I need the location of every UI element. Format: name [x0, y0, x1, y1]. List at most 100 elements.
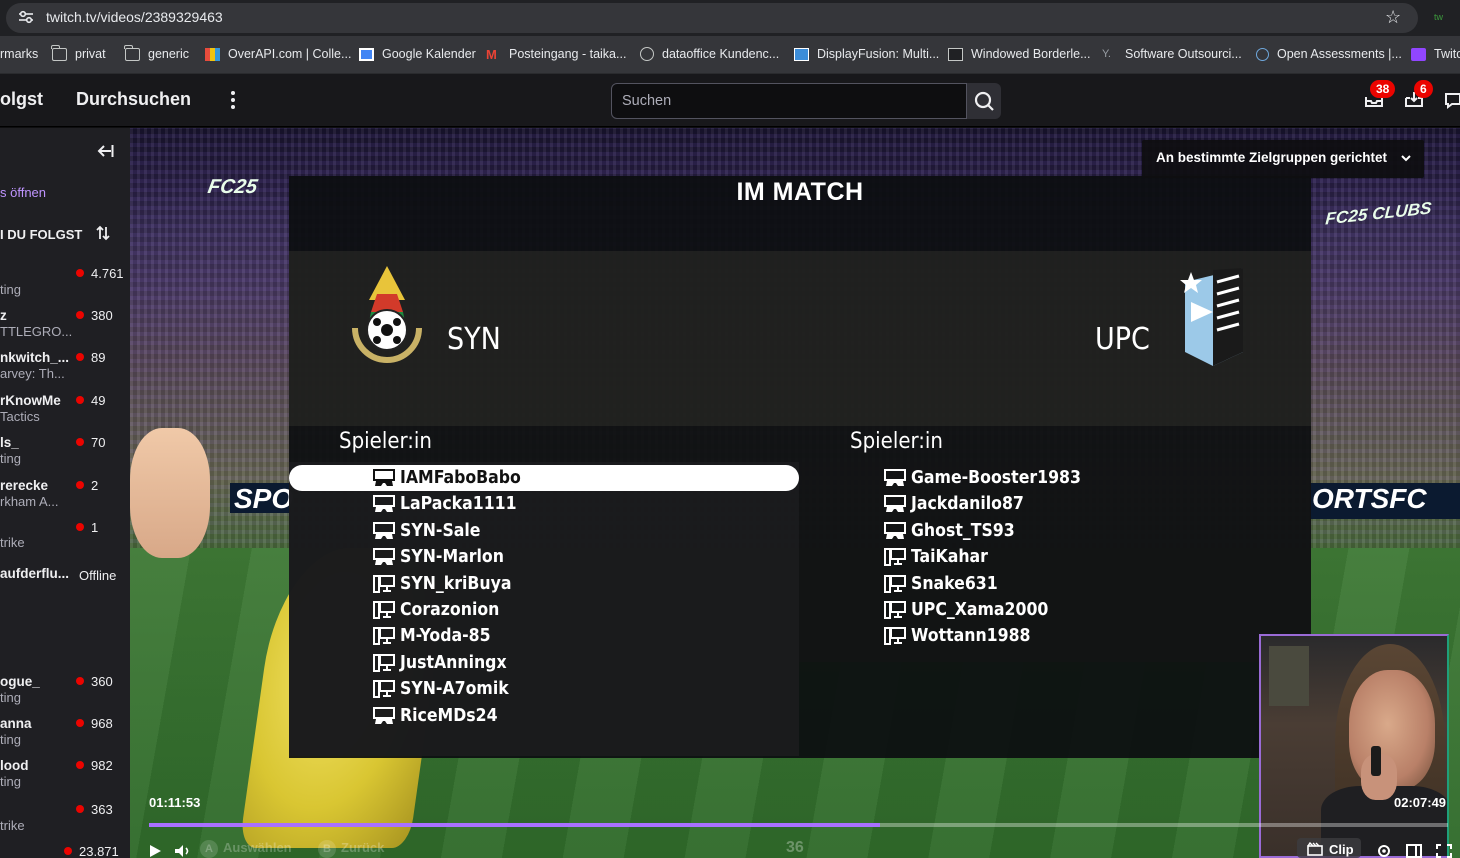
player-row[interactable]: UPC_Xama2000	[799, 597, 1309, 623]
seek-bar[interactable]	[149, 823, 1448, 827]
player-row[interactable]: IAMFaboBabo	[289, 465, 799, 491]
nav-following[interactable]: olgst	[0, 89, 43, 110]
bookmark-item[interactable]: Open Assessments |...	[1256, 47, 1402, 61]
pc-platform-icon	[884, 548, 906, 567]
console-platform-icon	[373, 469, 395, 486]
live-viewer-count: 23.871	[64, 844, 119, 858]
volume-icon[interactable]	[174, 844, 192, 858]
sidebar-channel[interactable]: ting 4.761	[0, 266, 130, 306]
folder-icon	[124, 44, 140, 61]
video-player[interactable]: FC25 FC25 CLUBS SPO ORTSFC IM MATCH SYN …	[130, 128, 1460, 858]
sidebar-channel[interactable]: ls_ ting 70	[0, 435, 130, 475]
console-platform-icon	[884, 495, 906, 513]
player-row[interactable]: LaPacka1111	[289, 491, 799, 517]
live-viewer-count: 49	[76, 393, 105, 408]
seek-bar-progress	[149, 823, 880, 827]
player-row[interactable]: TaiKahar	[799, 544, 1309, 570]
player-name: Game-Booster1983	[911, 468, 1081, 488]
sidebar-channel[interactable]: rerecke rkham A... 2	[0, 478, 130, 518]
player-row[interactable]: SYN_kriBuya	[289, 571, 799, 597]
collapse-sidebar-icon[interactable]	[96, 143, 114, 159]
bookmark-item[interactable]: Windowed Borderle...	[948, 47, 1091, 61]
assessment-icon	[1256, 47, 1269, 61]
hint-select: A Auswählen	[200, 840, 292, 858]
match-lineup-panel: IM MATCH SYN UPC Spieler:in Spieler:in I…	[289, 176, 1311, 758]
player-row[interactable]: Ghost_TS93	[799, 518, 1309, 544]
bookmark-item[interactable]: M Posteingang - taika...	[486, 47, 626, 61]
twitch-icon	[1411, 47, 1426, 61]
more-menu-icon[interactable]	[226, 88, 240, 112]
notifications-button[interactable]: 6	[1404, 80, 1433, 110]
home-team-name: SYN	[447, 322, 501, 357]
folder-icon	[51, 44, 67, 61]
team-band	[289, 251, 1311, 426]
microphone	[1371, 746, 1381, 776]
window-icon	[948, 47, 963, 61]
player-name: LaPacka1111	[400, 494, 517, 515]
sidebar-channel[interactable]: lood ting 982	[0, 758, 130, 798]
player-name: Snake631	[911, 573, 998, 594]
live-viewer-count: 968	[76, 716, 113, 731]
player-row[interactable]: SYN-Marlon	[289, 544, 799, 570]
theatre-mode-icon[interactable]	[1406, 844, 1422, 858]
player-row[interactable]: M-Yoda-85	[289, 623, 799, 649]
bookmark-item[interactable]: Google Kalender	[359, 47, 476, 61]
clip-button[interactable]: Clip	[1297, 838, 1361, 858]
notifications-badge: 6	[1414, 80, 1433, 98]
bookmark-item[interactable]: DisplayFusion: Multi...	[794, 47, 939, 61]
audience-dropdown[interactable]: An bestimmte Zielgruppen gerichtet	[1142, 140, 1424, 178]
player-row[interactable]: RiceMDs24	[289, 703, 799, 729]
overapi-icon	[205, 47, 220, 61]
bookmark-item[interactable]: rmarks	[0, 47, 38, 61]
player-name: UPC_Xama2000	[911, 600, 1049, 620]
live-viewer-count: 360	[76, 674, 113, 689]
player-row[interactable]: JustAnningx	[289, 650, 799, 676]
player-name: SYN-A7omik	[400, 679, 509, 700]
sidebar-channel[interactable]: anna ting 968	[0, 716, 130, 756]
settings-gear-icon[interactable]	[1376, 844, 1392, 858]
sidebar-channel[interactable]: trike 363	[0, 802, 130, 842]
inbox-button[interactable]: 38	[1364, 80, 1396, 110]
player-name: Ghost_TS93	[911, 520, 1015, 541]
sidebar-channel[interactable]: ogue_ ting 360	[0, 674, 130, 714]
bookmark-item[interactable]: Y. Software Outsourci...	[1102, 47, 1242, 61]
nav-browse[interactable]: Durchsuchen	[76, 89, 191, 110]
sidebar-channel[interactable]: aufderflu... Offline	[0, 566, 130, 606]
bookmark-item[interactable]: Twitc	[1411, 47, 1460, 61]
search-button[interactable]	[967, 83, 1001, 119]
bookmark-item[interactable]: dataoffice Kundenc...	[640, 47, 779, 61]
audience-label: An bestimmte Zielgruppen gerichtet	[1156, 150, 1388, 165]
offline-label: Offline	[79, 568, 117, 583]
bookmark-folder-generic[interactable]: generic	[124, 44, 189, 61]
play-icon[interactable]	[148, 844, 162, 858]
player-name: Corazonion	[400, 600, 500, 620]
site-settings-icon[interactable]	[18, 10, 34, 24]
sidebar-channel[interactable]: z TTLEGRO... 380	[0, 308, 130, 348]
ghana-fa-crest-icon	[352, 266, 422, 363]
live-viewer-count: 4.761	[76, 266, 124, 281]
live-viewer-count: 2	[76, 478, 98, 493]
player-row[interactable]: Game-Booster1983	[799, 465, 1309, 491]
player-row[interactable]: SYN-Sale	[289, 518, 799, 544]
extension-icon[interactable]: tw	[1434, 12, 1454, 24]
bookmark-star-icon[interactable]: ☆	[1385, 7, 1401, 27]
player-row[interactable]: Wottann1988	[799, 623, 1309, 649]
open-link[interactable]: s öffnen	[0, 185, 46, 200]
search-input[interactable]	[612, 84, 966, 118]
url-text[interactable]: twitch.tv/videos/2389329463	[46, 9, 223, 25]
console-platform-icon	[373, 495, 395, 513]
bookmark-folder-privat[interactable]: privat	[51, 44, 106, 61]
fullscreen-icon[interactable]	[1436, 844, 1452, 858]
whispers-button[interactable]	[1444, 88, 1460, 110]
live-viewer-count: 982	[76, 758, 113, 773]
bookmark-item[interactable]: OverAPI.com | Colle...	[205, 47, 351, 61]
sidebar-channel[interactable]: 23.871	[0, 844, 130, 858]
player-row[interactable]: Snake631	[799, 571, 1309, 597]
sidebar-channel[interactable]: rKnowMe Tactics 49	[0, 393, 130, 433]
sort-icon[interactable]	[96, 225, 110, 241]
player-row[interactable]: SYN-A7omik	[289, 676, 799, 702]
player-row[interactable]: Corazonion	[289, 597, 799, 623]
player-row[interactable]: Jackdanilo87	[799, 491, 1309, 517]
sidebar-channel[interactable]: nkwitch_... arvey: Th... 89	[0, 350, 130, 390]
sidebar-channel[interactable]: trike 1	[0, 520, 130, 560]
